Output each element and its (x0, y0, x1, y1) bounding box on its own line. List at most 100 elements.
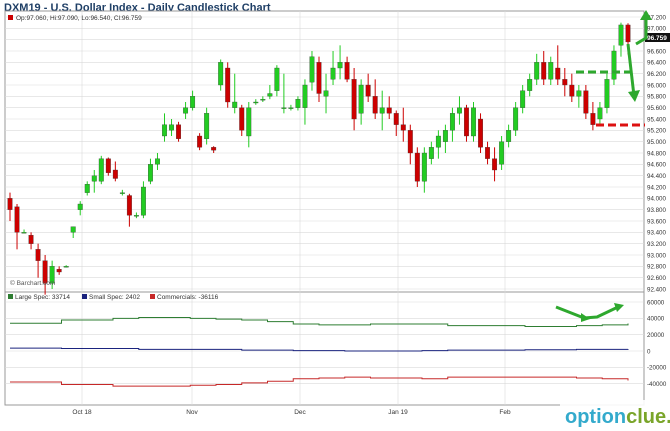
candle-body (386, 107, 392, 114)
candle-body (337, 62, 343, 69)
candle-body (534, 62, 540, 80)
candle-body (569, 84, 575, 97)
price-y-tick-label: 93.800 (647, 207, 666, 214)
x-tick-label: Jan 19 (388, 409, 408, 416)
candle-body (625, 24, 631, 43)
price-y-tick-label: 96.200 (647, 71, 666, 78)
legend-small-spec: Small Spec: 2402 (89, 294, 140, 301)
candle-body (105, 158, 111, 173)
candle-body (449, 113, 455, 131)
candle-body (372, 96, 378, 114)
candle-body (126, 195, 132, 216)
candle-body (421, 152, 427, 182)
candle-body (84, 184, 90, 193)
candle-body (583, 90, 589, 114)
price-y-tick-label: 94.400 (647, 173, 666, 180)
price-y-tick-label: 96.000 (647, 82, 666, 89)
legend-swatch-large-spec (8, 294, 13, 299)
price-y-ticks: 97.20097.00096.80096.60096.40096.20096.0… (647, 14, 666, 293)
candle-body (400, 124, 406, 131)
ohlc-marker (8, 15, 13, 20)
candle-body (316, 62, 322, 94)
cot-y-tick-label: 60000 (647, 299, 665, 306)
price-y-tick-label: 93.400 (647, 230, 666, 237)
x-tick-label: Oct 18 (72, 409, 92, 416)
candle-body (246, 107, 252, 137)
price-y-tick-label: 95.000 (647, 139, 666, 146)
candle-body (555, 67, 561, 80)
candle-body (274, 67, 280, 91)
price-y-tick-label: 93.600 (647, 218, 666, 225)
candle-body (618, 24, 624, 46)
candle-body (288, 107, 294, 109)
price-y-tick-label: 92.800 (647, 264, 666, 271)
candle-body (190, 96, 196, 108)
candle-body (112, 169, 118, 179)
price-y-tick-label: 92.600 (647, 275, 666, 282)
candle-body (56, 269, 62, 273)
candle-body (162, 124, 167, 137)
candle-body (562, 79, 568, 86)
candle-body (302, 84, 308, 108)
candle-body (21, 232, 27, 234)
price-panel (4, 10, 645, 293)
candle-body (70, 226, 76, 233)
candle-body (358, 84, 364, 114)
watermark-suffix: clue.com (626, 406, 670, 428)
candle-body (211, 147, 217, 151)
candle-body (597, 107, 603, 120)
candle-body (393, 113, 399, 125)
candle-body (77, 203, 83, 210)
candlestick-chart: 97.20097.00096.80096.60096.40096.20096.0… (4, 10, 670, 431)
cot-y-tick-label: -40000 (647, 381, 667, 388)
candle-body (295, 99, 301, 108)
candle-body (204, 113, 210, 139)
candle-body (225, 67, 231, 103)
candle-body (148, 164, 153, 182)
watermark-text: optionclue.com (565, 406, 670, 428)
price-y-tick-label: 96.400 (647, 60, 666, 67)
candle-body (506, 130, 512, 142)
legend-swatch-commercials (150, 294, 155, 299)
candle-body (379, 107, 385, 114)
price-y-tick-label: 94.600 (647, 162, 666, 169)
price-y-tick-label: 92.400 (647, 286, 666, 293)
candle-body (267, 93, 273, 97)
candle-body (140, 186, 146, 216)
candle-body (435, 135, 441, 148)
candle-body (541, 62, 547, 80)
price-y-tick-label: 97.000 (647, 26, 666, 33)
candle-body (520, 90, 526, 108)
price-y-tick-label: 95.600 (647, 105, 666, 112)
candle-body (478, 118, 483, 148)
candle-body (35, 249, 41, 261)
candle-body (407, 130, 413, 154)
cot-y-ticks: 60000 40000 20000 0 -20000 -40000 (647, 299, 667, 388)
candle-body (197, 135, 203, 148)
candle-body (98, 158, 104, 182)
candle-body (232, 101, 238, 108)
candle-body (169, 124, 174, 131)
legend-large-spec: Large Spec: 33714 (15, 294, 70, 301)
candle-body (428, 147, 434, 159)
candle-body (91, 175, 97, 182)
candle-body (492, 158, 498, 171)
copyright: © Barchart.com (10, 279, 55, 287)
watermark: optionclue.com (560, 400, 670, 431)
candle-body (63, 266, 69, 268)
candle-body (323, 90, 329, 97)
candle-body (183, 107, 189, 114)
price-y-tick-label: 94.200 (647, 184, 666, 191)
price-y-tick-label: 93.000 (647, 252, 666, 259)
candle-body (611, 50, 617, 80)
legend-commercials: Commercials: -36116 (157, 294, 219, 301)
candle-body (7, 198, 13, 210)
candle-body (330, 67, 336, 80)
cot-y-tick-label: 0 (647, 348, 651, 355)
price-y-tick-label: 96.600 (647, 48, 666, 55)
price-y-tick-label: 94.000 (647, 196, 666, 203)
candle-body (576, 90, 582, 97)
last-price-label: 96.759 (647, 35, 667, 42)
candle-body (442, 130, 448, 142)
price-y-tick-label: 95.200 (647, 128, 666, 135)
